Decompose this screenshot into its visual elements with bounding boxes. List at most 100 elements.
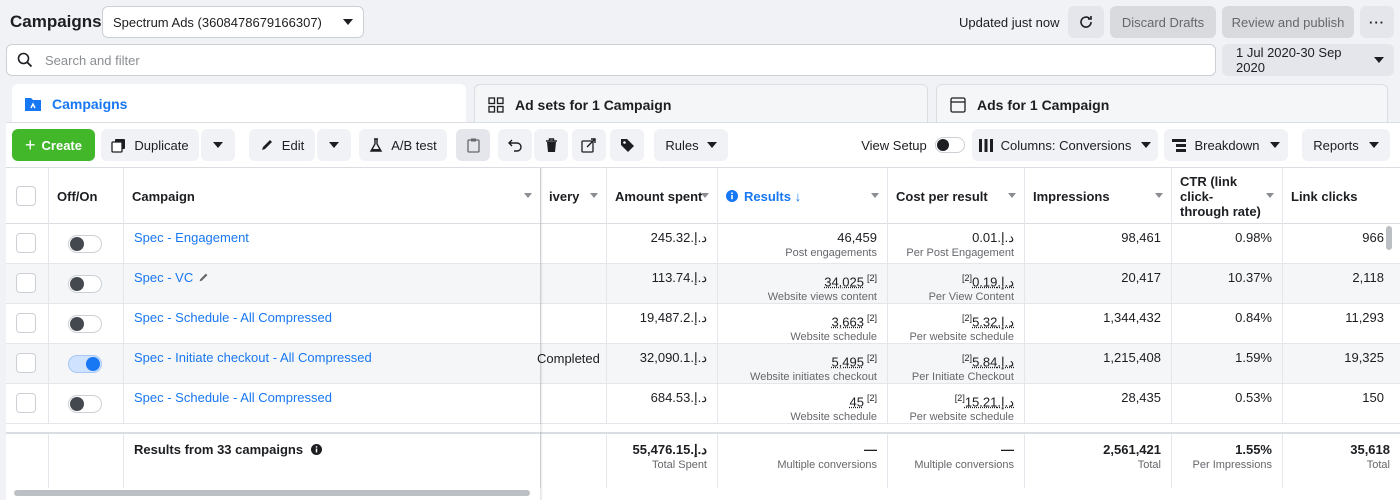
campaign-toggle[interactable] [68,235,102,253]
tab-campaigns[interactable]: Campaigns [12,84,466,124]
ctr-value: 0.84% [1182,304,1272,326]
create-button[interactable]: + Create [12,129,95,161]
chevron-down-icon [1141,142,1151,148]
folder-icon [24,95,42,113]
columns-label: Columns: Conversions [1001,138,1132,153]
delivery-status [537,264,602,271]
campaign-name-link[interactable]: Spec - Schedule - All Compressed [134,304,332,325]
row-checkbox[interactable] [16,353,36,373]
campaign-toggle[interactable] [68,275,102,293]
table-row[interactable]: Spec - Schedule - All Compressed د.إ.684.… [6,384,1400,424]
amount-spent: د.إ.684.53 [617,384,707,406]
row-checkbox[interactable] [16,393,36,413]
select-all-cell [6,168,49,224]
table-row[interactable]: Spec - Schedule - All Compressed د.إ.19,4… [6,304,1400,344]
chevron-down-icon [1270,142,1280,148]
export-button[interactable] [572,129,606,161]
row-checkbox[interactable] [16,313,36,333]
cost-per-result-value[interactable]: د.إ.5.32 [972,314,1014,329]
table-row[interactable]: Spec - VC د.إ.113.74 34,025 [2] Website view… [6,264,1400,304]
table-row[interactable]: Spec - Initiate checkout - All Compresse… [6,344,1400,384]
tab-ad-sets[interactable]: Ad sets for 1 Campaign [474,84,928,124]
ad-window-icon [949,96,967,114]
duplicate-menu-button[interactable] [201,129,235,161]
view-setup-toggle[interactable]: View Setup [858,129,968,161]
col-cost-per-result[interactable]: Cost per result [888,168,1025,224]
col-off-on[interactable]: Off/On [49,168,124,224]
sort-caret-icon [590,193,598,198]
total-results: — [728,434,877,458]
amount-spent: د.إ.32,090.1 [617,344,707,366]
cost-per-result-type: Per Initiate Checkout [898,370,1014,384]
results-value[interactable]: 45 [850,394,864,409]
row-checkbox[interactable] [16,273,36,293]
undo-button[interactable] [498,129,532,161]
row-checkbox[interactable] [16,233,36,253]
select-all-checkbox[interactable] [16,186,36,206]
cost-per-result-value[interactable]: د.إ.5.84 [972,354,1014,369]
results-value[interactable]: 3,663 [831,314,864,329]
attribution-badge: [2] [867,393,877,403]
sort-caret-icon [1008,193,1016,198]
col-campaign[interactable]: Campaign [124,168,541,224]
edit-menu-button[interactable] [317,129,351,161]
campaign-toggle[interactable] [68,395,102,413]
duplicate-button[interactable]: Duplicate [101,129,199,161]
discard-drafts-button[interactable]: Discard Drafts [1110,6,1216,38]
results-type: Website schedule [728,410,877,424]
total-amount: د.إ.55,476.15 [617,434,707,458]
ab-test-button[interactable]: A/B test [359,129,447,161]
tab-ads[interactable]: Ads for 1 Campaign [936,84,1388,124]
chevron-down-icon [707,142,717,148]
horizontal-scrollbar[interactable] [14,490,530,496]
results-type: Website views content [728,290,877,304]
rules-button[interactable]: Rules [654,129,728,161]
campaign-name-link[interactable]: Spec - VC [134,264,193,285]
pencil-icon [260,138,274,152]
refresh-button[interactable] [1068,6,1104,38]
create-label: Create [42,138,82,153]
campaign-name-link[interactable]: Spec - Engagement [134,224,249,245]
campaign-name-link[interactable]: Spec - Schedule - All Compressed [134,384,332,405]
pencil-icon[interactable] [198,272,209,283]
more-options-button[interactable]: ··· [1360,6,1394,38]
vertical-scrollbar[interactable] [1386,226,1392,250]
campaign-toggle[interactable] [68,355,102,373]
col-delivery[interactable]: ivery [541,168,607,224]
review-publish-button[interactable]: Review and publish [1222,6,1354,38]
delete-button[interactable] [534,129,568,161]
search-input[interactable] [45,53,945,68]
results-value[interactable]: 34,025 [824,274,864,289]
col-ctr[interactable]: CTR (link click-through rate) [1172,168,1283,224]
duplicate-label: Duplicate [134,138,188,153]
col-impressions[interactable]: Impressions [1025,168,1172,224]
view-setup-switch[interactable] [935,137,965,153]
clipboard-button[interactable] [456,129,490,161]
results-type: Post engagements [728,246,877,260]
table-row[interactable]: Spec - Engagement د.إ.245.32 46,459 Post en… [6,224,1400,264]
results-value[interactable]: 5,495 [831,354,864,369]
breakdown-button[interactable]: Breakdown [1164,129,1288,161]
account-selector[interactable]: Spectrum Ads (3608478679166307) [102,6,364,38]
col-results[interactable]: Results ↓ [718,168,888,224]
cost-per-result-value[interactable]: د.إ.0.19 [972,274,1014,289]
reports-button[interactable]: Reports [1302,129,1390,161]
results-value: 46,459 [837,230,877,245]
link-clicks-value: 19,325 [1293,344,1384,366]
campaign-toggle[interactable] [68,315,102,333]
attribution-badge: [2] [955,393,965,403]
tag-icon [620,138,635,153]
date-range-picker[interactable]: 1 Jul 2020-30 Sep 2020 [1222,44,1394,76]
top-bar: Campaigns Spectrum Ads (3608478679166307… [0,0,1400,44]
duplicate-icon [111,138,126,153]
edit-button[interactable]: Edit [249,129,315,161]
columns-button[interactable]: Columns: Conversions [972,129,1158,161]
col-link-clicks[interactable]: Link clicks [1283,168,1400,224]
campaign-name-link[interactable]: Spec - Initiate checkout - All Compresse… [134,344,372,365]
cost-per-result-value[interactable]: د.إ.15.21 [965,394,1014,409]
link-clicks-value: 11,293 [1293,304,1384,326]
col-amount-spent[interactable]: Amount spent [607,168,718,224]
amount-spent: د.إ.113.74 [617,264,707,286]
impressions-value: 1,344,432 [1035,304,1161,326]
tag-button[interactable] [610,129,644,161]
